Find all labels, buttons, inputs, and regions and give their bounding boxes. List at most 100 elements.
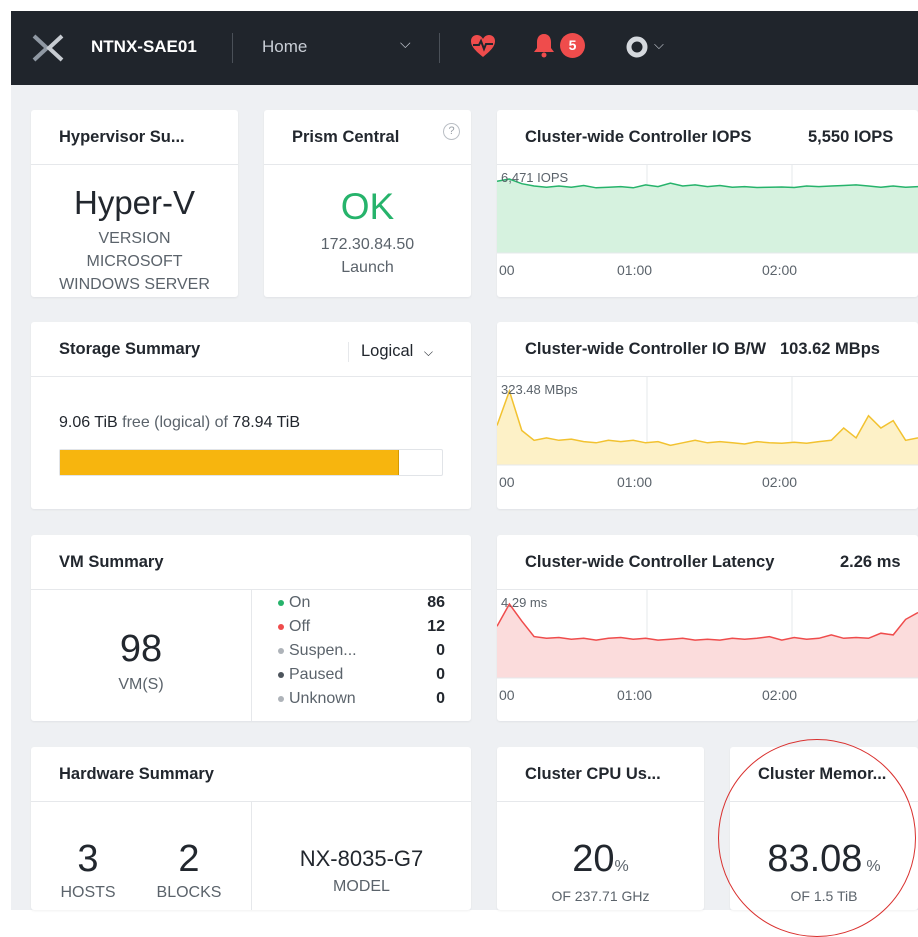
chevron-down-icon[interactable]: ⌵ — [400, 35, 411, 52]
vm-state-legend: On 86 Off 12 Suspen... 0 Paused 0 Unknown 0 — [252, 590, 471, 721]
x-tick: 00 — [499, 474, 515, 490]
current-latency: 2.26 ms — [840, 553, 901, 571]
vm-state-label: On — [289, 594, 311, 611]
vm-count: 98 — [119, 628, 163, 670]
card-title: Hypervisor Su... — [59, 128, 185, 146]
vm-state-label: Unknown — [289, 690, 356, 707]
vm-state-off[interactable]: Off — [278, 618, 310, 636]
version-line-1: MICROSOFT — [86, 253, 183, 270]
prism-central-ip: 172.30.84.50 — [320, 236, 415, 253]
card-title: Cluster CPU Us... — [525, 765, 661, 783]
vm-state-suspen[interactable]: Suspen... — [278, 642, 357, 660]
model-block: NX-8035-G7 MODEL — [252, 846, 471, 898]
current-iops: 5,550 IOPS — [808, 128, 894, 146]
storage-free: 9.06 TiB — [59, 414, 118, 431]
prism-central-card[interactable]: Prism Central ? OK 172.30.84.50 Launch — [264, 110, 471, 297]
peak-label: 4.29 ms — [501, 595, 548, 610]
cluster-name[interactable]: NTNX-SAE01 — [91, 37, 197, 57]
card-title: Cluster-wide Controller Latency — [525, 553, 775, 571]
controller-latency-card[interactable]: Cluster-wide Controller Latency 2.26 ms … — [497, 535, 918, 721]
series-line — [497, 602, 918, 641]
cpu-usage-value: 20 — [572, 838, 615, 880]
chevron-down-icon[interactable]: ⌵ — [654, 37, 664, 53]
vm-state-on[interactable]: On — [278, 594, 310, 612]
model-label: MODEL — [333, 878, 390, 895]
storage-view-label: Logical — [361, 342, 414, 360]
storage-usage-fill — [60, 450, 400, 475]
chevron-down-icon: ⌵ — [423, 345, 433, 359]
cpu-usage-value-block: 20% — [497, 838, 704, 881]
card-title: Cluster-wide Controller IOPS — [525, 128, 752, 146]
peak-label: 323.48 MBps — [501, 382, 578, 397]
controller-io-bandwidth-card[interactable]: Cluster-wide Controller IO B/W 103.62 MB… — [497, 322, 918, 509]
prism-central-status: OK — [340, 186, 395, 227]
prism-central-status-block: OK — [264, 186, 471, 228]
hypervisor-value: Hyper-V — [31, 184, 238, 222]
x-tick: 01:00 — [617, 474, 653, 490]
bell-icon[interactable] — [532, 32, 556, 58]
x-tick: 00 — [499, 687, 515, 703]
hypervisor-summary-card[interactable]: Hypervisor Su... Hyper-V VERSION MICROSO… — [31, 110, 238, 297]
x-tick: 00 — [499, 262, 515, 278]
status-dot-icon — [278, 623, 284, 630]
storage-summary-card[interactable]: Storage Summary Logical ⌵ 9.06 TiB free … — [31, 322, 471, 509]
divider — [264, 164, 471, 165]
prism-central-details: 172.30.84.50 Launch — [264, 233, 471, 279]
x-tick: 02:00 — [762, 262, 798, 278]
divider — [31, 164, 238, 165]
storage-free-suffix: free (logical) of — [117, 414, 233, 431]
vm-state-count: 0 — [436, 666, 445, 683]
storage-usage-bar — [59, 449, 443, 476]
cpu-capacity: OF 237.71 GHz — [551, 888, 650, 904]
cluster-cpu-usage-card[interactable]: Cluster CPU Us... 20% OF 237.71 GHz — [497, 747, 704, 910]
version-label: VERSION — [98, 230, 171, 247]
alerts-count-badge[interactable]: 5 — [560, 33, 585, 58]
vm-state-count: 12 — [427, 618, 445, 635]
model-name: NX-8035-G7 — [299, 846, 424, 871]
latency-chart[interactable] — [497, 590, 918, 721]
divider — [497, 801, 704, 802]
divider — [31, 376, 471, 377]
vm-state-label: Suspen... — [289, 642, 357, 659]
hardware-summary-card[interactable]: Hardware Summary 3 HOSTS 2 BLOCKS NX-803… — [31, 747, 471, 910]
vm-state-count: 0 — [436, 690, 445, 707]
vm-state-label: Paused — [289, 666, 344, 683]
vm-state-label: Off — [289, 618, 311, 635]
card-title: Storage Summary — [59, 340, 201, 358]
cpu-usage-unit: % — [614, 858, 629, 875]
hypervisor-version: VERSION MICROSOFT WINDOWS SERVER — [31, 227, 238, 296]
x-tick: 01:00 — [617, 687, 653, 703]
hosts-block: 3 HOSTS — [48, 838, 128, 904]
blocks-label: BLOCKS — [156, 884, 222, 901]
user-icon[interactable] — [625, 35, 649, 59]
status-dot-icon — [278, 671, 284, 678]
version-line-2: WINDOWS SERVER — [59, 276, 210, 293]
hosts-count: 3 — [77, 838, 99, 880]
vm-state-paused[interactable]: Paused — [278, 666, 343, 684]
top-navigation-bar: NTNX-SAE01 Home ⌵ 5 ⌵ — [11, 11, 918, 85]
hypervisor-name: Hyper-V — [73, 184, 196, 221]
card-title: Hardware Summary — [59, 765, 214, 783]
nutanix-logo-icon[interactable] — [31, 31, 65, 65]
status-dot-icon — [278, 647, 284, 654]
storage-usage-text: 9.06 TiB free (logical) of 78.94 TiB — [59, 414, 300, 432]
peak-label: 6,471 IOPS — [501, 170, 569, 185]
vm-summary-card[interactable]: VM Summary 98 VM(S) On 86 Off 12 Suspen... 0 P… — [31, 535, 471, 721]
storage-view-select[interactable]: Logical ⌵ — [361, 342, 433, 361]
vm-state-unknown[interactable]: Unknown — [278, 690, 356, 708]
card-title: Prism Central — [292, 128, 400, 146]
series-area — [497, 391, 918, 465]
view-selector-label[interactable]: Home — [262, 37, 307, 57]
vm-count-block: 98 VM(S) — [31, 628, 251, 696]
launch-link[interactable]: Launch — [264, 256, 471, 279]
status-dot-icon — [278, 599, 284, 606]
help-icon[interactable]: ? — [443, 123, 460, 140]
series-area — [497, 604, 918, 678]
blocks-block: 2 BLOCKS — [147, 838, 231, 904]
controller-iops-card[interactable]: Cluster-wide Controller IOPS 5,550 IOPS … — [497, 110, 918, 297]
health-heart-icon[interactable] — [469, 32, 497, 60]
status-dot-icon — [278, 695, 284, 702]
blocks-count: 2 — [178, 838, 200, 880]
series-area — [497, 179, 918, 253]
x-tick: 01:00 — [617, 262, 653, 278]
